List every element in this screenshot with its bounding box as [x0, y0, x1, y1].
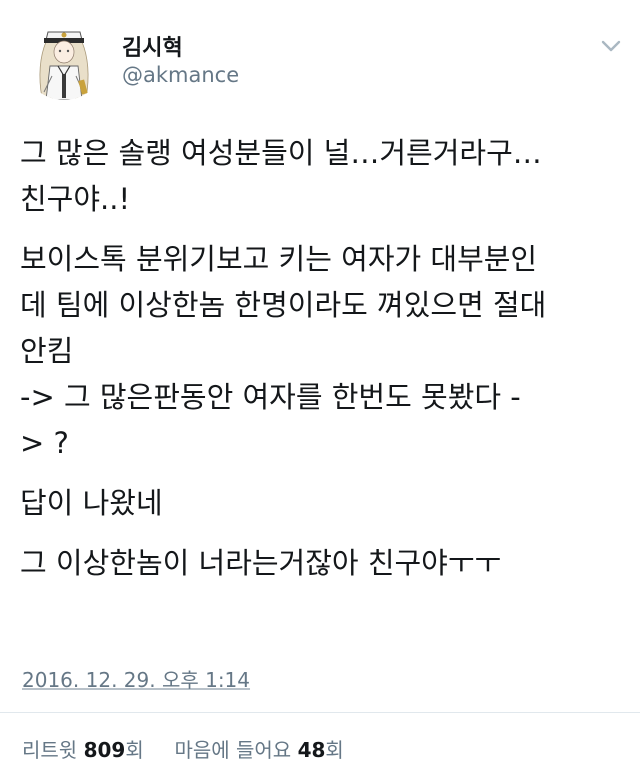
tweet-line: 답이 나왔네	[20, 486, 163, 520]
tweet-timestamp[interactable]: 2016. 12. 29. 오후 1:14	[22, 664, 250, 693]
like-unit: 회	[325, 738, 344, 762]
avatar-illustration	[22, 16, 106, 100]
tweet-stats: 리트윗 809회 마음에 들어요 48회	[22, 734, 344, 763]
avatar[interactable]	[22, 16, 106, 100]
like-count: 48	[297, 738, 326, 762]
tweet-text: 그 많은 솔랭 여성분들이 널…거른거라구… 친구야..! 보이스톡 분위기보고…	[20, 130, 626, 600]
tweet-paragraph: 보이스톡 분위기보고 키는 여자가 대부분인 데 팀에 이상한놈 한명이라도 껴…	[20, 236, 626, 466]
divider	[0, 712, 640, 713]
author-name[interactable]: 김시혁	[122, 30, 183, 62]
retweet-unit: 회	[125, 738, 144, 762]
retweet-label: 리트윗	[22, 738, 78, 762]
tweet-line: > ?	[20, 426, 69, 460]
tweet-line: 그 이상한놈이 너라는거잖아 친구야ㅜㅜ	[20, 546, 502, 580]
author-handle[interactable]: @akmance	[122, 63, 239, 87]
tweet-paragraph: 그 많은 솔랭 여성분들이 널…거른거라구… 친구야..!	[20, 130, 626, 222]
retweet-count: 809	[83, 738, 126, 762]
tweet-line: 친구야..!	[20, 182, 131, 216]
tweet-line: 데 팀에 이상한놈 한명이라도 껴있으면 절대	[20, 288, 547, 322]
like-stat[interactable]: 마음에 들어요 48회	[174, 738, 343, 762]
tweet-paragraph: 답이 나왔네	[20, 480, 626, 526]
tweet-line: -> 그 많은판동안 여자를 한번도 못봤다 -	[20, 380, 521, 414]
tweet-header: 김시혁 @akmance	[0, 0, 640, 116]
tweet-paragraph: 그 이상한놈이 너라는거잖아 친구야ㅜㅜ	[20, 540, 626, 586]
retweet-stat[interactable]: 리트윗 809회	[22, 738, 150, 762]
tweet-line: 그 많은 솔랭 여성분들이 널…거른거라구…	[20, 136, 542, 170]
tweet-line: 안킴	[20, 334, 74, 368]
tweet-line: 보이스톡 분위기보고 키는 여자가 대부분인	[20, 242, 538, 276]
chevron-down-icon[interactable]	[600, 38, 622, 54]
like-label: 마음에 들어요	[174, 738, 292, 762]
